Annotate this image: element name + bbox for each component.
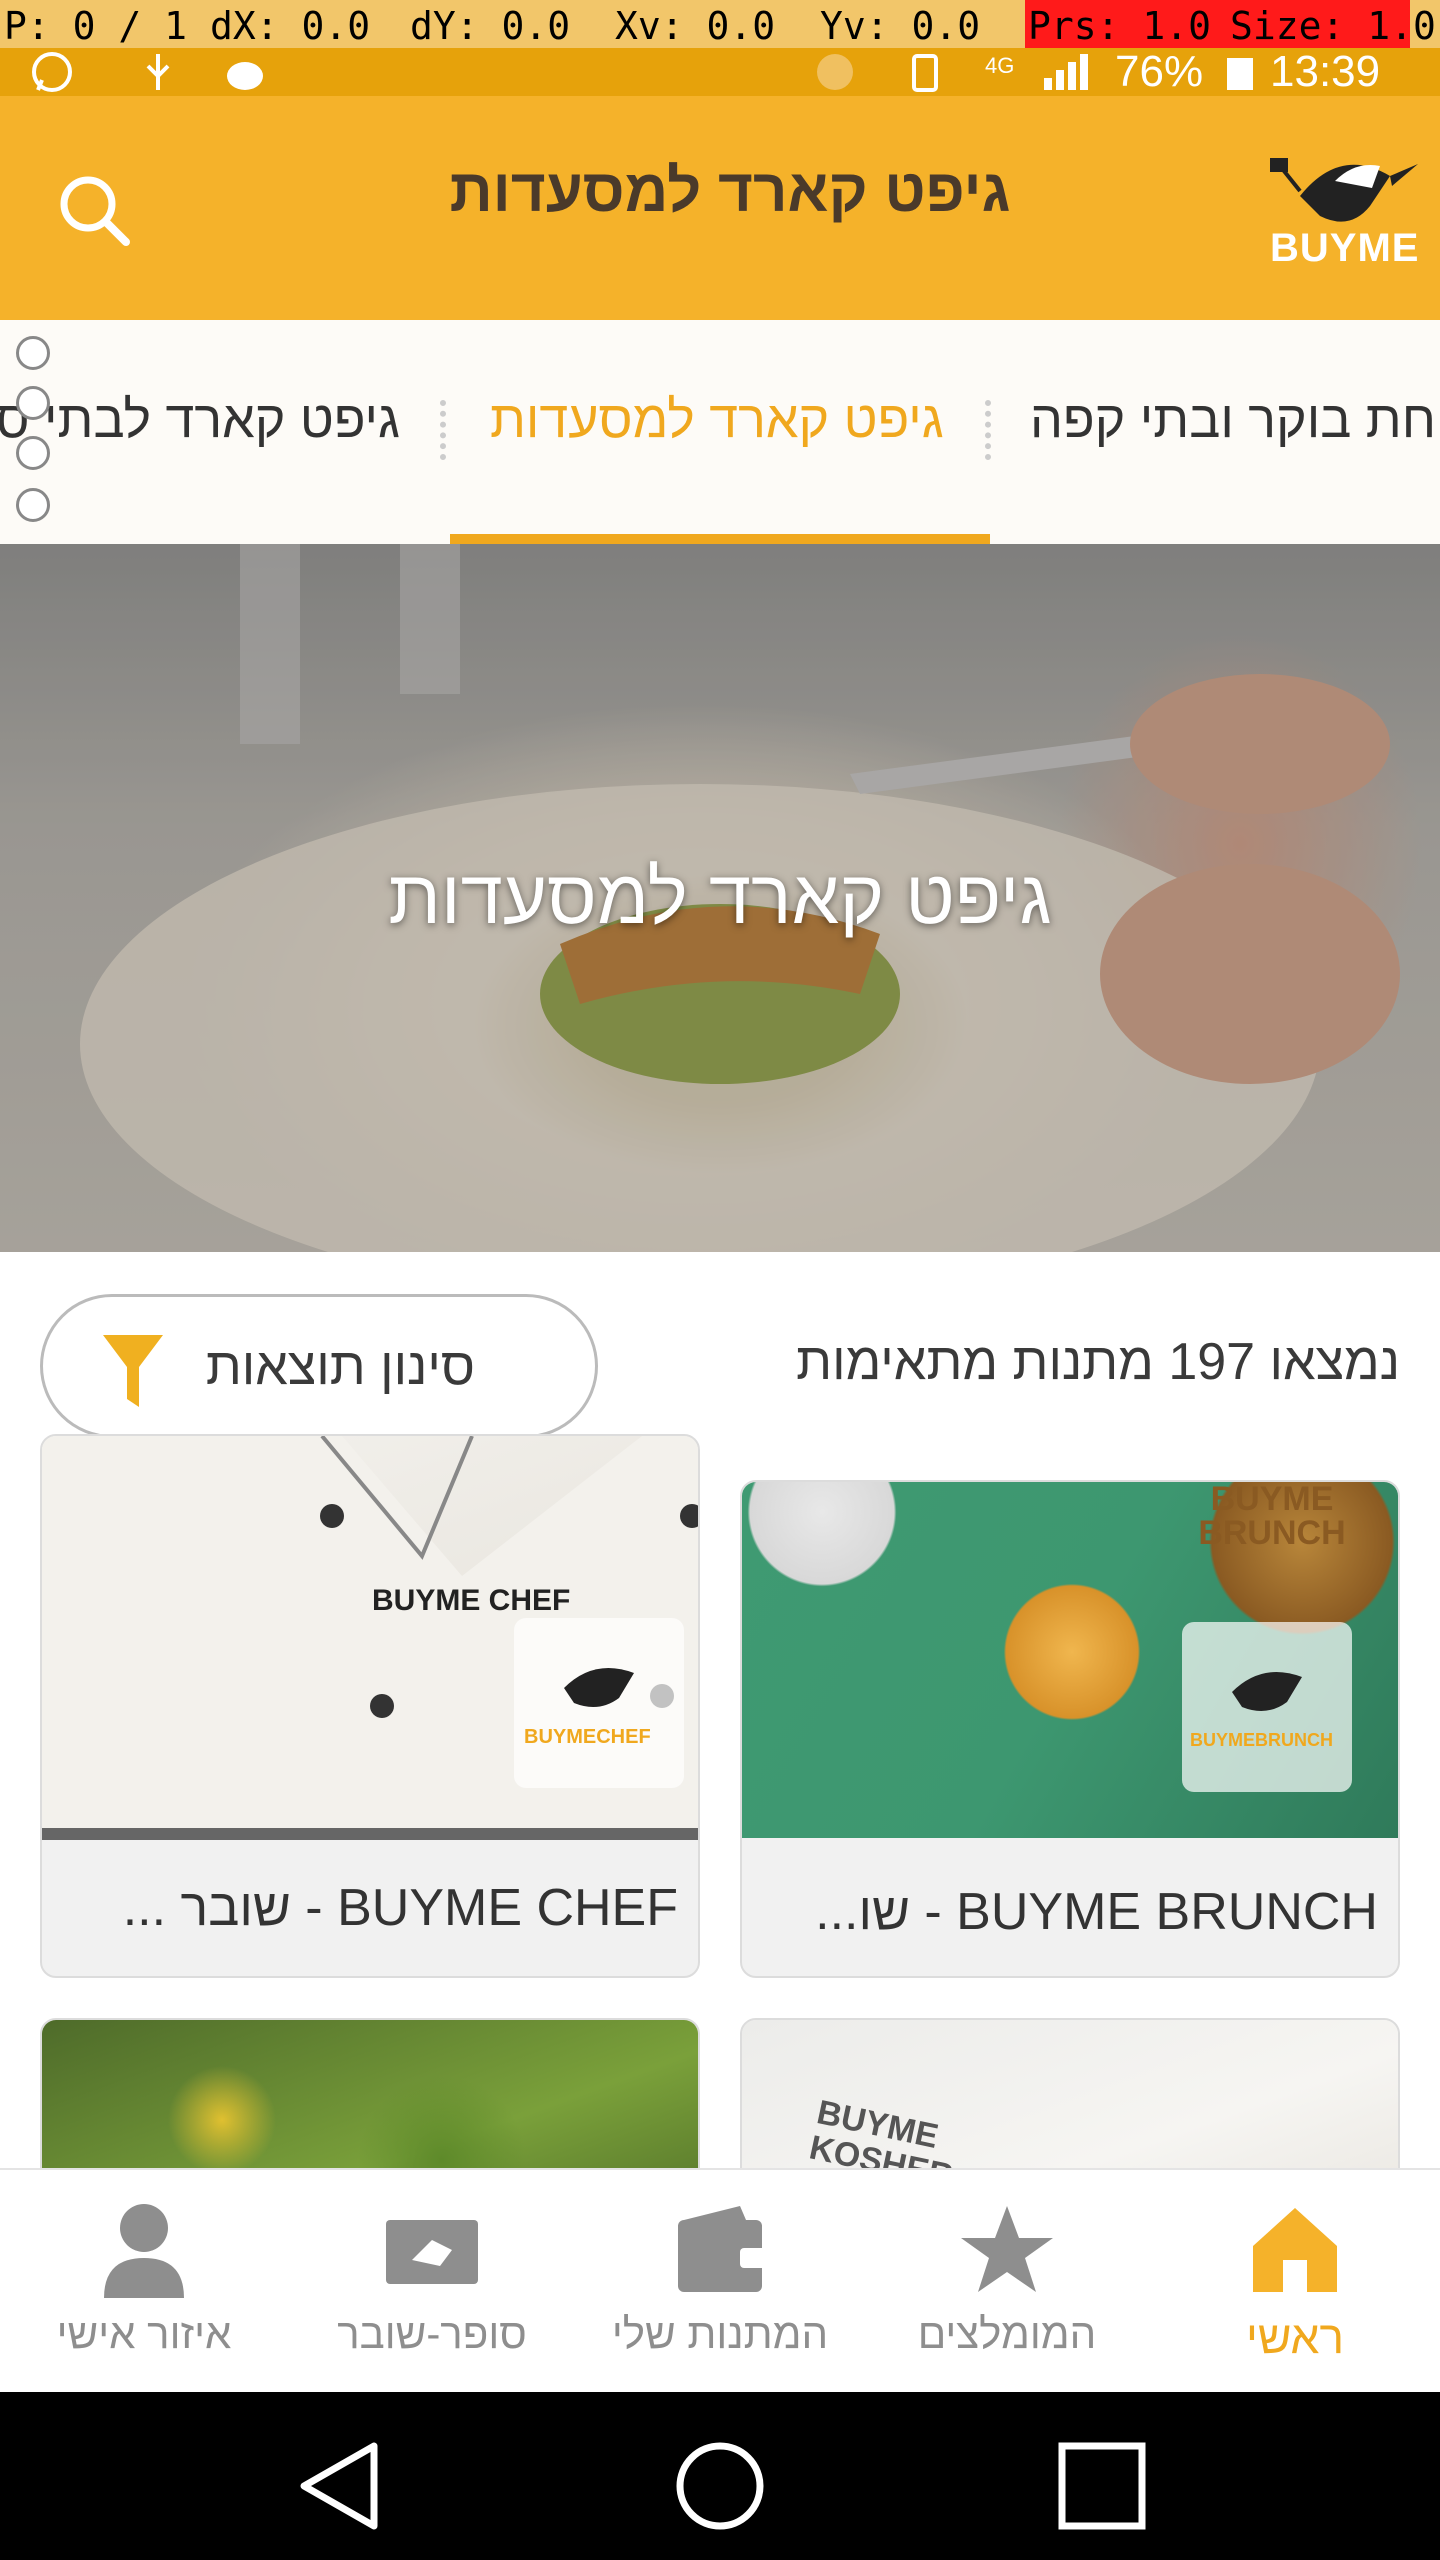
touch-size: Size: 1.0 (1230, 4, 1436, 48)
delta-x: dX: 0.0 (210, 4, 371, 48)
nav-recommended[interactable]: המומלצים (877, 2200, 1137, 2380)
chef-jacket-image: BUYME CHEF BUYMECHEF (42, 1436, 698, 1828)
usb-icon (146, 54, 170, 90)
whatsapp-icon (32, 52, 72, 92)
chef-badge-text: BUYMECHEF (524, 1726, 651, 1748)
nav-label: איזור אישי (56, 2310, 232, 2357)
nav-home[interactable]: ראשי (1165, 2200, 1425, 2380)
battery-percent: 76% (1115, 47, 1204, 96)
pressure: Prs: 1.0 (1028, 4, 1212, 48)
filter-label: סינון תוצאות (205, 1338, 475, 1396)
battery-icon (1227, 58, 1253, 90)
tab-breakfast-cafes[interactable]: ארוחת בוקר ובתי קפה (1030, 390, 1440, 450)
touch-dot (16, 488, 50, 522)
vibrate-icon (912, 54, 938, 92)
search-button[interactable] (50, 166, 140, 256)
chef-jacket-text: BUYME CHEF (372, 1584, 571, 1617)
clock: 13:39 (1270, 47, 1381, 96)
bluetooth-icon (817, 54, 853, 90)
product-card-chef[interactable]: BUYME CHEF BUYMECHEF BUYME CHEF - שובר .… (40, 1434, 700, 1978)
wallet-icon (678, 2206, 766, 2292)
tab-separator (985, 400, 993, 460)
nav-my-gifts[interactable]: המתנות שלי (590, 2200, 850, 2380)
tab-restaurants[interactable]: גיפט קארד למסעדות (490, 390, 944, 450)
category-tabs: ארוחת בוקר ובתי קפה גיפט קארד למסעדות גי… (0, 320, 1440, 544)
pointer-count: P: 0 / 1 (4, 4, 188, 48)
tab-separator (440, 400, 448, 460)
home-circle-icon[interactable] (670, 2436, 770, 2536)
network-type: 4G (985, 53, 1015, 78)
nav-label: המומלצים (917, 2310, 1097, 2357)
card-divider (42, 1828, 698, 1840)
velocity-x: Xv: 0.0 (615, 4, 776, 48)
hero-title: גיפט קארד למסעדות (388, 855, 1052, 940)
active-tab-indicator (450, 534, 990, 544)
brunch-badge: BUYMEBRUNCH (1182, 1622, 1352, 1792)
signal-icon (1044, 54, 1088, 90)
brunch-image-text: BUYME BRUNCH (1198, 1480, 1346, 1552)
brunch-badge-text: BUYMEBRUNCH (1190, 1730, 1333, 1750)
velocity-y: Yv: 0.0 (820, 4, 981, 48)
results-bar: נמצאו 197 מתנות מתאימות סינון תוצאות (0, 1252, 1440, 1438)
debug-bug-icon (227, 62, 263, 90)
logo-text: BUYME (1270, 226, 1420, 270)
chef-badge: BUYMECHEF (514, 1618, 684, 1788)
delta-y: dY: 0.0 (410, 4, 571, 48)
nav-label: המתנות שלי (611, 2310, 829, 2357)
results-count: נמצאו 197 מתנות מתאימות (796, 1333, 1400, 1391)
recents-square-icon[interactable] (1052, 2436, 1152, 2536)
card-title: BUYME BRUNCH - שו... (815, 1883, 1378, 1941)
gift-card-icon (386, 2220, 478, 2284)
status-bar: 4G 76% 13:39 (0, 48, 1440, 96)
person-icon (104, 2204, 184, 2298)
stork-badge-icon (1232, 1672, 1302, 1711)
touch-dot (16, 336, 50, 370)
touch-dot (16, 436, 50, 470)
brunch-table-image: BUYME BRUNCH BUYMEBRUNCH (742, 1480, 1398, 1838)
back-icon[interactable] (290, 2436, 390, 2536)
app-header: גיפט קארד למסעדות BUYME (0, 96, 1440, 320)
nav-super-voucher[interactable]: סופר-שובר (302, 2200, 562, 2380)
buyme-logo[interactable]: BUYME (1260, 136, 1420, 276)
home-icon (1253, 2208, 1337, 2292)
card-title: BUYME CHEF - שובר ... (122, 1879, 678, 1937)
touch-dot (16, 386, 50, 420)
system-navigation-bar (0, 2392, 1440, 2560)
star-icon (961, 2206, 1053, 2292)
bottom-navigation: ראשי המומלצים המתנות שלי סופר-שובר איזור… (0, 2168, 1440, 2392)
pointer-location-overlay: P: 0 / 1 dX: 0.0 dY: 0.0 Xv: 0.0 Yv: 0.0… (0, 0, 1440, 48)
hero-banner: גיפט קארד למסעדות (0, 544, 1440, 1252)
product-card-brunch[interactable]: BUYME BRUNCH BUYMEBRUNCH BUYME BRUNCH - … (740, 1480, 1400, 1978)
nav-label: ראשי (1245, 2311, 1345, 2363)
nav-label: סופר-שובר (337, 2310, 527, 2357)
filter-icon (103, 1335, 163, 1407)
filter-button[interactable]: סינון תוצאות (40, 1294, 598, 1438)
tab-spa[interactable]: גיפט קארד לבתי ספא (0, 390, 400, 450)
page-title: גיפט קארד למסעדות (449, 157, 1011, 224)
search-icon (60, 176, 130, 246)
nav-personal-area[interactable]: איזור אישי (14, 2200, 274, 2380)
stork-badge-icon (564, 1668, 634, 1707)
